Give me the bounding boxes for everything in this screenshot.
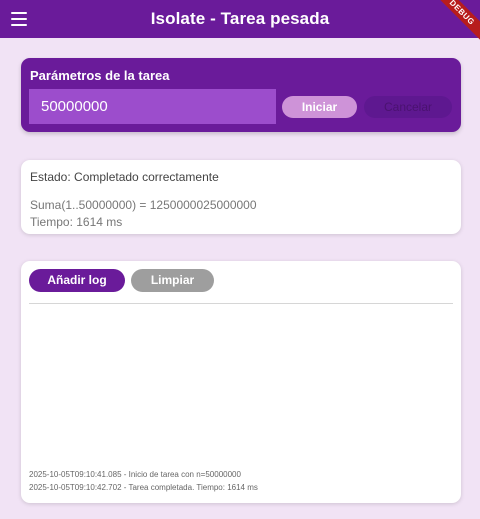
log-list[interactable]: 2025-10-05T09:10:41.085 - Inicio de tare… [29,468,453,494]
status-card: Estado: Completado correctamente Suma(1.… [21,160,461,234]
task-parameters-card: Parámetros de la tarea Iniciar Cancelar [21,58,461,132]
status-text: Estado: Completado correctamente [30,170,219,184]
log-line: 2025-10-05T09:10:41.085 - Inicio de tare… [29,470,241,479]
app-bar: Isolate - Tarea pesada DEBUG [0,0,480,46]
debug-banner: DEBUG [429,0,480,46]
n-input[interactable] [29,89,276,124]
start-button[interactable]: Iniciar [282,96,357,118]
cancel-button[interactable]: Cancelar [364,96,452,118]
sum-result: Suma(1..50000000) = 1250000025000000 [30,198,257,212]
parameters-label: Parámetros de la tarea [30,68,170,83]
hamburger-menu-icon[interactable] [9,10,29,28]
log-card: Añadir log Limpiar 2025-10-05T09:10:41.0… [21,261,461,503]
log-line: 2025-10-05T09:10:42.702 - Tarea completa… [29,483,258,492]
elapsed-time: Tiempo: 1614 ms [30,215,123,229]
add-log-button[interactable]: Añadir log [29,269,125,292]
divider [29,303,453,304]
clear-log-button[interactable]: Limpiar [131,269,214,292]
page-title: Isolate - Tarea pesada [150,9,330,28]
